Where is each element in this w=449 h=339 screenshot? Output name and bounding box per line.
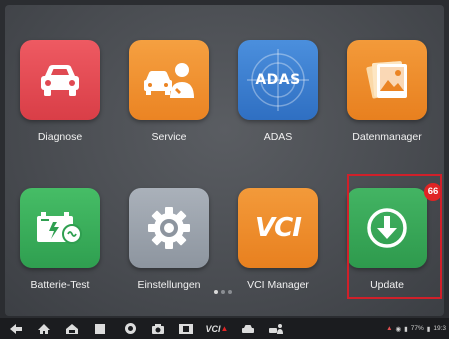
mechanic-icon[interactable] [268,321,284,336]
page-indicator [214,290,232,294]
screen-record-icon[interactable] [178,321,194,336]
app-label: ADAS [263,131,293,143]
alert-icon: ▲ [386,325,393,332]
wifi-icon: ◉ [395,325,402,333]
adas-icon-text: ADAS [255,72,301,88]
battery-status-icon: ▮ [426,325,431,333]
home-screen: Diagnose Service ADAS ADAS Datenmanager … [5,5,444,316]
back-icon[interactable] [8,321,24,336]
clock: 19:3 [433,325,446,332]
browser-icon[interactable] [122,321,138,336]
car-mechanic-icon [129,40,209,120]
home-icon[interactable] [36,321,52,336]
battery-percent: 77% [410,325,424,332]
app-label: Einstellungen [137,279,201,291]
page-dot [228,290,232,294]
recent-apps-icon[interactable] [92,321,108,336]
app-label: VCI Manager [247,279,309,291]
gear-icon [129,188,209,268]
app-label: Diagnose [37,131,83,143]
vci-logo-icon: VCI [238,188,318,268]
app-vci-manager[interactable]: VCI VCI Manager [228,188,328,308]
app-label: Batterie-Test [30,279,90,291]
signal-icon: ▮ [404,325,408,333]
vci-icon-text: VCI [255,213,302,243]
vci-status-icon[interactable]: VCI ▲ [204,321,230,336]
app-service[interactable]: Service [119,40,219,160]
car-icon[interactable] [240,321,256,336]
app-adas[interactable]: ADAS ADAS [228,40,328,160]
photo-folder-icon [347,40,427,120]
page-dot [214,290,218,294]
vci-status-dot: ▲ [220,324,229,333]
car-home-icon[interactable] [64,321,80,336]
adas-target-icon: ADAS [238,40,318,120]
page-dot [221,290,225,294]
car-front-icon [20,40,100,120]
app-datenmanager[interactable]: Datenmanager [337,40,437,160]
camera-icon[interactable] [150,321,166,336]
tablet-frame: Diagnose Service ADAS ADAS Datenmanager … [0,0,449,339]
app-batterie-test[interactable]: Batterie-Test [10,188,110,308]
vci-status-label: VCI [205,323,221,334]
navigation-bar: VCI ▲ ▲ ◉ ▮ 77% ▮ 19:3 [0,318,449,339]
battery-icon [20,188,100,268]
app-einstellungen[interactable]: Einstellungen [119,188,219,308]
app-diagnose[interactable]: Diagnose [10,40,110,160]
status-area: ▲ ◉ ▮ 77% ▮ 19:3 [386,323,446,334]
selection-highlight [347,174,442,299]
app-label: Service [151,131,187,143]
app-label: Datenmanager [352,131,422,143]
